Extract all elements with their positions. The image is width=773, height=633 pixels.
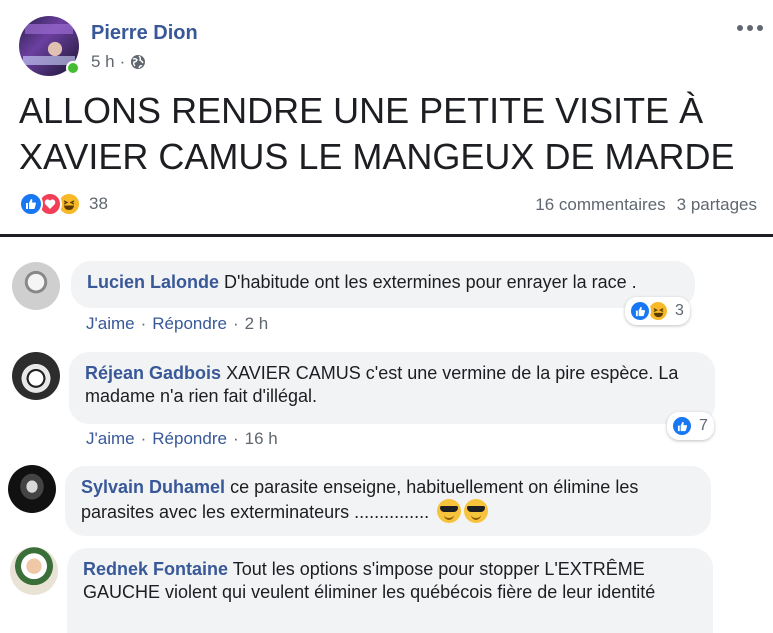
like-icon [671,415,693,437]
comment-actions: J'aime · Répondre · 16 h [86,429,278,449]
commenter-name[interactable]: Lucien Lalonde [87,272,219,292]
reply-comment-link[interactable]: Répondre [152,429,227,449]
sunglasses-emoji-icon [464,499,489,523]
commenter-avatar[interactable] [10,547,58,595]
comment-bubble: Rednek Fontaine Tout les options s'impos… [67,548,713,633]
post-stats: 16 commentaires 3 partages [535,195,757,215]
reply-comment-link[interactable]: Répondre [152,314,227,334]
post-meta: 5 h · [91,52,146,72]
like-comment-link[interactable]: J'aime [86,429,135,449]
comment-reactions[interactable]: 3 [625,297,690,325]
shares-count-link[interactable]: 3 partages [677,195,757,215]
globe-icon[interactable] [130,54,146,70]
commenter-name[interactable]: Sylvain Duhamel [81,477,225,497]
commenter-avatar[interactable] [12,262,60,310]
comments-count-link[interactable]: 16 commentaires [535,195,665,215]
reaction-count: 38 [89,194,108,213]
comment-timestamp[interactable]: 16 h [245,429,278,449]
post-timestamp[interactable]: 5 h [91,52,115,72]
commenter-name[interactable]: Rednek Fontaine [83,559,228,579]
like-icon [629,300,651,322]
commenter-avatar[interactable] [12,352,60,400]
comment-text: D'habitude ont les extermines pour enray… [224,272,637,292]
comment-reactions[interactable]: 7 [667,412,714,440]
more-options-icon[interactable] [737,22,765,34]
commenter-name[interactable]: Réjean Gadbois [85,363,221,383]
comment-bubble: Lucien Lalonde D'habitude ont les exterm… [71,261,695,308]
meta-separator: · [119,52,126,71]
comment-bubble: Réjean Gadbois XAVIER CAMUS c'est une ve… [69,352,715,424]
post-reactions[interactable]: 38 [19,192,108,216]
post-text: ALLONS RENDRE UNE PETITE VISITE À XAVIER… [19,90,735,177]
avatar-decoration [25,24,73,34]
post-author-name[interactable]: Pierre Dion [91,22,198,45]
comment-reaction-count: 3 [675,302,684,319]
comment-timestamp[interactable]: 2 h [245,314,269,334]
post-card: Pierre Dion 5 h · ALLONS RENDRE UNE PETI… [0,0,773,237]
like-icon [19,192,43,216]
comment-bubble: Sylvain Duhamel ce parasite enseigne, ha… [65,466,711,536]
like-comment-link[interactable]: J'aime [86,314,135,334]
comment-reaction-count: 7 [699,417,708,434]
commenter-avatar[interactable] [8,465,56,513]
online-status-icon [66,61,80,75]
sunglasses-emoji-icon [437,499,462,523]
comment-actions: J'aime · Répondre · 2 h [86,314,269,334]
